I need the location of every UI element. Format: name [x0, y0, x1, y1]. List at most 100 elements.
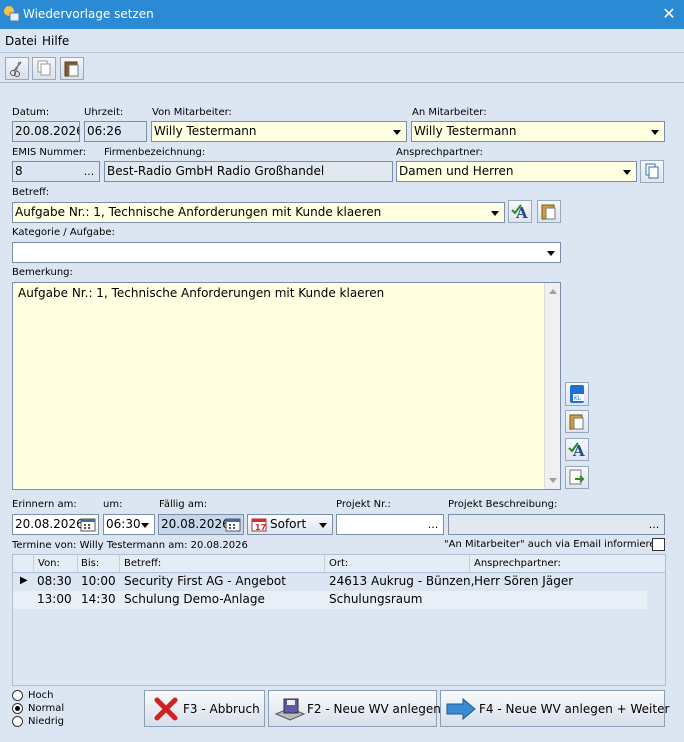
text-module-button[interactable]: KL — [565, 382, 589, 406]
clipboard-icon — [541, 204, 556, 220]
emis-label: EMIS Nummer: — [12, 147, 87, 158]
priority-hoch-radio[interactable] — [12, 690, 23, 701]
chevron-down-icon[interactable] — [315, 516, 331, 533]
copy-icon — [645, 163, 659, 179]
erinnern-value: 20.08.2026 — [15, 517, 84, 531]
memo-export-button[interactable] — [565, 466, 589, 489]
um-value: 06:30 — [106, 517, 141, 531]
email-info-checkbox[interactable] — [652, 538, 665, 551]
chevron-down-icon[interactable] — [389, 123, 405, 140]
an-mitarbeiter-select[interactable]: Willy Testermann — [411, 121, 665, 142]
chevron-down-icon[interactable] — [543, 244, 559, 261]
faellig-label: Fällig am: — [159, 499, 208, 510]
priority-normal-radio[interactable] — [12, 703, 23, 714]
close-icon[interactable]: ✕ — [654, 0, 684, 29]
datum-label: Datum: — [12, 107, 50, 118]
table-row[interactable]: ▶ 08:30 10:00 Security First AG - Angebo… — [13, 573, 647, 591]
firma-label: Firmenbezeichnung: — [104, 147, 206, 158]
sofort-select[interactable]: 17 Sofort — [247, 514, 333, 535]
col-von[interactable]: Von: — [38, 558, 60, 569]
clipboard-icon — [569, 414, 584, 430]
col-ansprechpartner[interactable]: Ansprechpartner: — [474, 558, 561, 569]
projekt-nr-browse-button[interactable]: ... — [423, 515, 443, 534]
von-mitarbeiter-select[interactable]: Willy Testermann — [151, 121, 407, 142]
priority-hoch-label: Hoch — [28, 690, 54, 701]
memo-paste-button[interactable] — [565, 410, 589, 433]
row-ort: 24613 Aukrug - Bünzen, — [329, 574, 475, 588]
chevron-down-icon[interactable] — [487, 204, 503, 221]
menu-hilfe[interactable]: Hilfe — [42, 34, 69, 48]
paste-button[interactable] — [60, 57, 84, 80]
row-indicator-icon: ▶ — [20, 575, 28, 586]
firma-field: Best-Radio GmbH Radio Großhandel — [104, 161, 393, 182]
priority-normal-label: Normal — [28, 703, 65, 714]
termine-grid: Von: Bis: Betreff: Ort: Ansprechpartner:… — [12, 554, 666, 686]
erinnern-label: Erinnern am: — [12, 499, 77, 510]
copy-icon — [37, 60, 51, 76]
betreff-spellcheck-button[interactable]: A — [508, 200, 532, 223]
um-time-select[interactable]: 06:30 — [103, 514, 155, 535]
col-betreff[interactable]: Betreff: — [124, 558, 161, 569]
faellig-value: 20.08.2026 — [161, 517, 230, 531]
row-ort: Schulungsraum — [329, 592, 423, 606]
termine-caption: Termine von: Willy Testermann am: 20.08.… — [12, 540, 248, 551]
projekt-nr-field[interactable]: ... — [336, 514, 444, 535]
bemerkung-textarea[interactable]: Aufgabe Nr.: 1, Technische Anforderungen… — [12, 282, 561, 490]
datum-field[interactable]: 20.08.2026 — [12, 121, 80, 142]
betreff-select[interactable]: Aufgabe Nr.: 1, Technische Anforderungen… — [12, 202, 505, 223]
col-bis[interactable]: Bis: — [81, 558, 99, 569]
projekt-beschreibung-browse-button[interactable]: ... — [644, 515, 664, 534]
chevron-down-icon[interactable] — [647, 123, 663, 140]
title-bar: Wiedervorlage setzen ✕ — [0, 0, 684, 29]
abbruch-button[interactable]: F3 - Abbruch — [144, 690, 265, 727]
datum-value: 20.08.2026 — [15, 124, 80, 138]
uhrzeit-field[interactable]: 06:26 — [84, 121, 147, 142]
neue-wv-button[interactable]: F2 - Neue WV anlegen — [268, 690, 441, 727]
projekt-beschreibung-field[interactable]: ... — [448, 514, 665, 535]
neue-wv-weiter-button[interactable]: F4 - Neue WV anlegen + Weiter — [440, 690, 669, 727]
um-label: um: — [103, 499, 123, 510]
memo-spellcheck-button[interactable]: A — [565, 438, 589, 461]
emis-field[interactable]: 8... — [12, 161, 100, 182]
menu-bar: Datei Hilfe — [0, 29, 684, 53]
chevron-down-icon[interactable] — [619, 163, 635, 180]
betreff-value: Aufgabe Nr.: 1, Technische Anforderungen… — [15, 205, 382, 219]
copy-button[interactable] — [32, 57, 56, 80]
memo-scrollbar[interactable] — [544, 283, 560, 489]
uhrzeit-label: Uhrzeit: — [84, 107, 124, 118]
svg-text:17: 17 — [255, 523, 266, 532]
calendar-icon[interactable] — [80, 517, 96, 532]
grid-header: Von: Bis: Betreff: Ort: Ansprechpartner: — [13, 555, 665, 573]
calendar-icon[interactable] — [225, 517, 241, 532]
projekt-beschreibung-label: Projekt Beschreibung: — [448, 499, 558, 510]
faellig-date-field[interactable]: 20.08.2026 — [158, 514, 244, 535]
menu-datei[interactable]: Datei — [5, 34, 37, 48]
betreff-paste-button[interactable] — [537, 200, 561, 223]
ansprechpartner-copy-button[interactable] — [640, 160, 664, 183]
an-mitarbeiter-value: Willy Testermann — [414, 124, 517, 138]
col-ort[interactable]: Ort: — [329, 558, 348, 569]
an-mitarbeiter-label: An Mitarbeiter: — [412, 107, 487, 118]
bemerkung-label: Bemerkung: — [12, 267, 73, 278]
priority-niedrig-label: Niedrig — [28, 716, 64, 727]
abbruch-label: F3 - Abbruch — [183, 702, 260, 716]
cut-button[interactable] — [5, 57, 29, 80]
ansprechpartner-value: Damen und Herren — [399, 164, 514, 178]
svg-text:A: A — [572, 442, 585, 460]
sofort-value: Sofort — [270, 517, 307, 531]
emis-browse-button[interactable]: ... — [79, 162, 99, 181]
app-icon — [4, 6, 20, 22]
table-row[interactable]: 13:00 14:30 Schulung Demo-Anlage Schulun… — [13, 591, 647, 609]
kategorie-select[interactable] — [12, 242, 561, 263]
ansprechpartner-select[interactable]: Damen und Herren — [396, 161, 637, 182]
kategorie-label: Kategorie / Aufgabe: — [12, 227, 115, 238]
email-info-label: "An Mitarbeiter" auch via Email informie… — [444, 539, 662, 550]
spellcheck-icon: A — [568, 442, 585, 460]
spellcheck-icon: A — [511, 204, 528, 222]
priority-niedrig-radio[interactable] — [12, 716, 23, 727]
window-title: Wiedervorlage setzen — [23, 7, 154, 21]
svg-text:A: A — [515, 204, 528, 222]
chevron-down-icon[interactable] — [137, 516, 153, 533]
erinnern-date-field[interactable]: 20.08.2026 — [12, 514, 99, 535]
arrow-right-icon — [446, 697, 476, 721]
